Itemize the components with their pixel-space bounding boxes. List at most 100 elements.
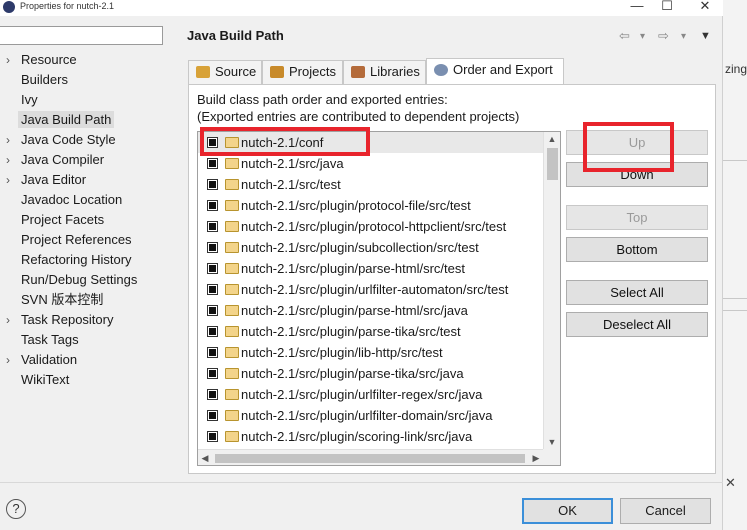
expand-arrow-icon[interactable]: › [6, 350, 10, 370]
forward-arrow-icon[interactable]: ⇨ [658, 28, 669, 44]
sidebar-item[interactable]: Project References [0, 230, 175, 250]
source-folder-icon [225, 221, 239, 232]
divider [723, 160, 747, 161]
sidebar-item[interactable]: › Validation [0, 350, 175, 370]
classpath-entry-row[interactable]: nutch-2.1/src/plugin/urlfilter-domain/sr… [198, 405, 543, 426]
scroll-thumb-horizontal[interactable] [215, 454, 525, 463]
export-checkbox[interactable] [207, 263, 218, 274]
expand-arrow-icon[interactable]: › [6, 130, 10, 150]
scroll-right-icon[interactable]: ▶ [529, 450, 543, 465]
classpath-entry-row[interactable]: nutch-2.1/src/plugin/subcollection/src/t… [198, 237, 543, 258]
sidebar-item-label: Task Tags [21, 332, 79, 347]
sidebar-item-label: WikiText [21, 372, 70, 387]
sidebar-item[interactable]: SVN 版本控制 [0, 290, 175, 310]
export-checkbox[interactable] [207, 389, 218, 400]
source-folder-icon [225, 137, 239, 148]
export-checkbox[interactable] [207, 368, 218, 379]
sidebar-item-label: Refactoring History [21, 252, 132, 267]
expand-arrow-icon[interactable]: › [6, 150, 10, 170]
classpath-entry-row[interactable]: nutch-2.1/src/plugin/scoring-link/src/ja… [198, 426, 543, 447]
cancel-button[interactable]: Cancel [620, 498, 711, 524]
export-checkbox[interactable] [207, 179, 218, 190]
sidebar-item[interactable]: Refactoring History [0, 250, 175, 270]
sidebar-item[interactable]: Ivy [0, 90, 175, 110]
classpath-entry-row[interactable]: nutch-2.1/src/plugin/urlfilter-automaton… [198, 279, 543, 300]
export-checkbox[interactable] [207, 347, 218, 358]
tab-source[interactable]: Source [188, 60, 262, 84]
classpath-entry-row[interactable]: nutch-2.1/src/plugin/protocol-httpclient… [198, 216, 543, 237]
up-button[interactable]: Up [566, 130, 708, 155]
expand-arrow-icon[interactable]: › [6, 170, 10, 190]
classpath-entry-row[interactable]: nutch-2.1/src/plugin/urlfilter-regex/src… [198, 384, 543, 405]
tab-order-and-export[interactable]: Order and Export [426, 58, 564, 84]
scroll-down-icon[interactable]: ▼ [544, 435, 560, 449]
sidebar-item[interactable]: Run/Debug Settings [0, 270, 175, 290]
export-checkbox[interactable] [207, 326, 218, 337]
export-checkbox[interactable] [207, 200, 218, 211]
classpath-entry-row[interactable]: nutch-2.1/src/plugin/parse-html/src/java [198, 300, 543, 321]
sidebar-item[interactable]: › Java Compiler [0, 150, 175, 170]
classpath-entry-row[interactable]: nutch-2.1/src/plugin/parse-html/src/test [198, 258, 543, 279]
help-icon[interactable]: ? [6, 499, 26, 519]
scroll-left-icon[interactable]: ◀ [198, 450, 212, 465]
sidebar-item[interactable]: › Resource [0, 50, 175, 70]
classpath-entry-row[interactable]: nutch-2.1/src/java [198, 153, 543, 174]
vertical-scrollbar[interactable]: ▲ ▼ [543, 132, 560, 449]
sidebar-item-label: Javadoc Location [21, 192, 123, 207]
filter-input[interactable] [0, 26, 163, 45]
deselect-all-button[interactable]: Deselect All [566, 312, 708, 337]
sidebar-item[interactable]: Project Facets [0, 210, 175, 230]
classpath-entry-row[interactable]: nutch-2.1/src/plugin/parse-tika/src/java [198, 363, 543, 384]
top-button[interactable]: Top [566, 205, 708, 230]
export-checkbox[interactable] [207, 410, 218, 421]
sidebar-item[interactable]: Javadoc Location [0, 190, 175, 210]
expand-arrow-icon[interactable]: › [6, 50, 10, 70]
back-history-dropdown-icon[interactable]: ▾ [640, 31, 645, 42]
close-button[interactable]: ✕ [692, 0, 718, 16]
classpath-entry-row[interactable]: nutch-2.1/src/plugin/protocol-file/src/t… [198, 195, 543, 216]
select-all-button[interactable]: Select All [566, 280, 708, 305]
sidebar-item[interactable]: Task Tags [0, 330, 175, 350]
sidebar-item[interactable]: › Task Repository [0, 310, 175, 330]
classpath-entry-label: nutch-2.1/src/plugin/protocol-file/src/t… [241, 198, 471, 213]
maximize-button[interactable]: ☐ [654, 0, 680, 16]
classpath-entry-row[interactable]: nutch-2.1/src/plugin/parse-tika/src/test [198, 321, 543, 342]
classpath-entry-label: nutch-2.1/src/plugin/subcollection/src/t… [241, 240, 479, 255]
horizontal-scrollbar[interactable]: ◀ ▶ [198, 449, 543, 465]
classpath-entry-row[interactable]: nutch-2.1/src/test [198, 174, 543, 195]
forward-history-dropdown-icon[interactable]: ▾ [681, 31, 686, 42]
classpath-entries-list[interactable]: nutch-2.1/conf nutch-2.1/src/java nutch-2.… [197, 131, 561, 466]
bottom-button[interactable]: Bottom [566, 237, 708, 262]
sidebar-item[interactable]: Builders [0, 70, 175, 90]
sidebar-item[interactable]: › Java Editor [0, 170, 175, 190]
expand-arrow-icon[interactable]: › [6, 310, 10, 330]
ok-button[interactable]: OK [522, 498, 613, 524]
source-folder-icon [225, 410, 239, 421]
tab-projects[interactable]: Projects [262, 60, 343, 84]
export-checkbox[interactable] [207, 284, 218, 295]
sidebar-item-label: Java Code Style [21, 132, 116, 147]
classpath-entry-row[interactable]: nutch-2.1/conf [198, 132, 543, 153]
export-checkbox[interactable] [207, 242, 218, 253]
export-checkbox[interactable] [207, 305, 218, 316]
export-checkbox[interactable] [207, 431, 218, 442]
sidebar-item-label: Run/Debug Settings [21, 272, 138, 287]
down-button[interactable]: Down [566, 162, 708, 187]
classpath-entry-label: nutch-2.1/src/test [241, 177, 341, 192]
back-arrow-icon[interactable]: ⇦ [619, 28, 630, 44]
classpath-entry-row[interactable]: nutch-2.1/src/plugin/lib-http/src/test [198, 342, 543, 363]
sidebar-item[interactable]: Java Build Path [0, 110, 175, 130]
export-checkbox[interactable] [207, 137, 218, 148]
view-menu-icon[interactable]: ▼ [700, 30, 711, 42]
order-export-panel: Build class path order and exported entr… [188, 84, 716, 474]
sidebar-item[interactable]: › Java Code Style [0, 130, 175, 150]
close-icon[interactable]: ✕ [725, 475, 736, 491]
minimize-button[interactable]: — [624, 0, 650, 16]
export-checkbox[interactable] [207, 221, 218, 232]
sidebar-item[interactable]: WikiText [0, 370, 175, 390]
export-checkbox[interactable] [207, 158, 218, 169]
scroll-thumb[interactable] [547, 148, 558, 180]
scroll-up-icon[interactable]: ▲ [544, 132, 560, 146]
classpath-entry-label: nutch-2.1/src/plugin/urlfilter-domain/sr… [241, 408, 493, 423]
tab-libraries[interactable]: Libraries [343, 60, 426, 84]
